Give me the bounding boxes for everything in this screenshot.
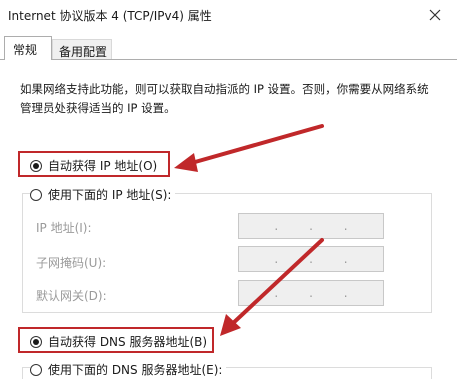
default-gateway-input[interactable]: ... [238, 280, 384, 306]
subnet-mask-input[interactable]: ... [238, 246, 384, 272]
tab-general[interactable]: 常规 [4, 36, 52, 60]
close-button[interactable] [413, 0, 457, 30]
auto-dns-radio[interactable]: 自动获得 DNS 服务器地址(B) [30, 333, 207, 350]
ip-address-label: IP 地址(I): [36, 221, 92, 235]
auto-ip-radio[interactable]: 自动获得 IP 地址(O) [30, 157, 157, 174]
radio-unchecked-icon [30, 188, 42, 201]
radio-checked-icon [30, 159, 42, 172]
radio-unchecked-icon [30, 363, 42, 376]
tab-strip: 常规 备用配置 [0, 30, 457, 60]
tab-alternate-configuration[interactable]: 备用配置 [52, 39, 112, 60]
manual-ip-label: 使用下面的 IP 地址(S): [48, 188, 172, 202]
auto-ip-label: 自动获得 IP 地址(O) [48, 159, 158, 173]
subnet-mask-label: 子网掩码(U): [36, 256, 107, 270]
manual-dns-label: 使用下面的 DNS 服务器地址(E): [48, 363, 223, 377]
description-text: 如果网络支持此功能，则可以获取自动指派的 IP 设置。否则，你需要从网络系统管理… [20, 82, 429, 115]
radio-checked-icon [30, 335, 42, 348]
ip-address-input[interactable]: ... [238, 213, 384, 239]
manual-dns-radio[interactable]: 使用下面的 DNS 服务器地址(E): [30, 361, 227, 378]
title-bar: Internet 协议版本 4 (TCP/IPv4) 属性 [0, 0, 457, 30]
auto-dns-label: 自动获得 DNS 服务器地址(B) [48, 335, 208, 349]
default-gateway-label: 默认网关(D): [36, 289, 107, 303]
manual-ip-radio[interactable]: 使用下面的 IP 地址(S): [30, 186, 176, 203]
close-icon [429, 9, 441, 21]
window-title: Internet 协议版本 4 (TCP/IPv4) 属性 [8, 9, 212, 23]
